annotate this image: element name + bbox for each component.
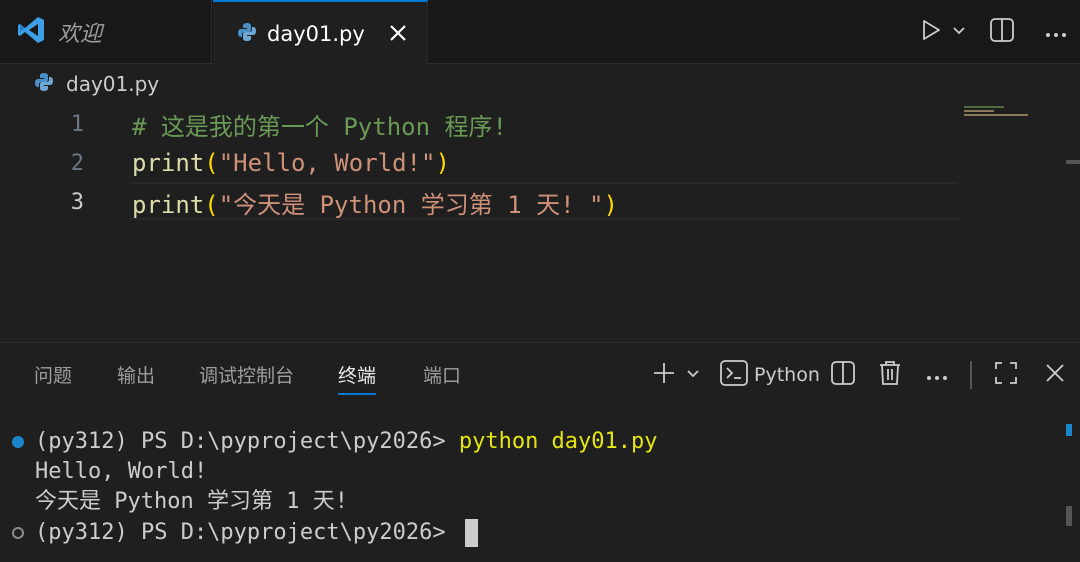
editor-scrollbar[interactable] — [1066, 160, 1080, 164]
panel-more-button[interactable] — [914, 355, 960, 395]
close-panel-button[interactable] — [1030, 355, 1080, 395]
terminal-icon — [720, 360, 748, 390]
close-icon — [1045, 363, 1065, 387]
terminal-scroll-marker — [1066, 424, 1072, 436]
tab-output[interactable]: 输出 — [117, 361, 155, 391]
code-token-paren: ) — [435, 149, 450, 177]
terminal-prompt: (py312) PS D:\pyproject\py2026> — [35, 520, 459, 545]
run-dropdown[interactable] — [946, 12, 972, 52]
terminal[interactable]: (py312) PS D:\pyproject\py2026> python d… — [0, 425, 1060, 562]
code-token-comment: # 这是我的第一个 Python 程序! — [132, 112, 507, 141]
code-line-content: print("今天是 Python 学习第 1 天! ") — [132, 185, 618, 220]
ellipsis-icon — [926, 366, 948, 385]
trash-icon — [878, 360, 902, 390]
terminal-line: (py312) PS D:\pyproject\py2026> — [35, 518, 478, 548]
code-token-func: print — [132, 149, 205, 177]
breadcrumb-file[interactable]: day01.py — [66, 72, 159, 96]
python-file-icon — [34, 72, 54, 96]
run-button[interactable] — [916, 12, 946, 52]
ellipsis-icon — [1045, 23, 1067, 42]
close-icon[interactable] — [387, 22, 409, 44]
split-editor-button[interactable] — [972, 12, 1032, 52]
code-editor[interactable]: 1 # 这是我的第一个 Python 程序! 2 print("Hello, W… — [0, 104, 1080, 342]
split-terminal-button[interactable] — [820, 355, 866, 395]
new-terminal-button[interactable] — [650, 355, 678, 395]
chevron-down-icon — [951, 22, 967, 42]
code-line[interactable]: 1 # 这是我的第一个 Python 程序! — [0, 104, 960, 144]
tab-label: day01.py — [267, 21, 365, 46]
tab-terminal[interactable]: 终端 — [338, 361, 377, 395]
code-line[interactable]: 2 print("Hello, World!") — [0, 143, 960, 183]
code-token-paren: ) — [603, 190, 618, 219]
code-token-str: "今天是 Python 学习第 1 天! " — [218, 190, 604, 219]
terminal-line: (py312) PS D:\pyproject\py2026> python d… — [35, 427, 658, 457]
separator — [960, 355, 982, 395]
line-number: 2 — [70, 150, 84, 176]
chevron-down-icon — [685, 365, 701, 385]
minimap[interactable] — [964, 104, 1034, 118]
split-editor-icon — [830, 360, 856, 390]
command-pending-icon[interactable] — [12, 527, 24, 539]
terminal-profile-label: Python — [754, 364, 820, 386]
terminal-cursor — [464, 519, 478, 547]
code-line-content: print("Hello, World!") — [132, 149, 450, 177]
command-success-icon[interactable] — [12, 436, 24, 448]
code-token-str: "Hello, World!" — [218, 149, 436, 177]
editor-actions — [916, 0, 1080, 64]
code-line-content: # 这是我的第一个 Python 程序! — [132, 107, 507, 142]
split-editor-icon — [989, 17, 1015, 47]
breadcrumb: day01.py — [0, 64, 1080, 104]
line-number: 3 — [70, 189, 84, 215]
python-file-icon — [237, 22, 257, 46]
code-token-paren: ( — [204, 149, 219, 177]
terminal-line: 今天是 Python 学习第 1 天! — [35, 489, 348, 514]
code-token-func: print — [132, 190, 205, 219]
more-actions-button[interactable] — [1032, 12, 1080, 52]
tab-welcome[interactable]: 欢迎 — [0, 0, 212, 64]
terminal-scrollbar[interactable] — [1066, 506, 1072, 526]
tab-debug-console[interactable]: 调试控制台 — [199, 361, 294, 391]
terminal-command: python day01.py — [458, 429, 658, 454]
maximize-panel-button[interactable] — [982, 355, 1030, 395]
plus-icon — [652, 361, 676, 389]
vscode-logo-icon — [16, 15, 46, 49]
tab-ports[interactable]: 端口 — [423, 361, 461, 391]
editor-tab-bar: 欢迎 day01.py — [0, 0, 1080, 65]
kill-terminal-button[interactable] — [866, 355, 914, 395]
line-number: 1 — [70, 111, 84, 137]
tab-label: 欢迎 — [58, 22, 103, 47]
terminal-line: Hello, World! — [35, 459, 208, 484]
terminal-prompt: (py312) PS D:\pyproject\py2026> — [35, 429, 459, 454]
code-line[interactable]: 3 print("今天是 Python 学习第 1 天! ") — [0, 182, 960, 222]
tab-problems[interactable]: 问题 — [34, 361, 72, 391]
panel-actions: Python — [650, 343, 1080, 407]
code-token-paren: ( — [204, 190, 219, 219]
bottom-panel: 问题 输出 调试控制台 终端 端口 Python (py312) PS D:\p… — [0, 342, 1080, 562]
play-icon — [919, 18, 943, 46]
terminal-profile-dropdown[interactable] — [678, 355, 708, 395]
terminal-profile-python[interactable]: Python — [708, 355, 820, 395]
maximize-icon — [994, 361, 1018, 389]
tab-day01-py[interactable]: day01.py — [213, 0, 428, 65]
